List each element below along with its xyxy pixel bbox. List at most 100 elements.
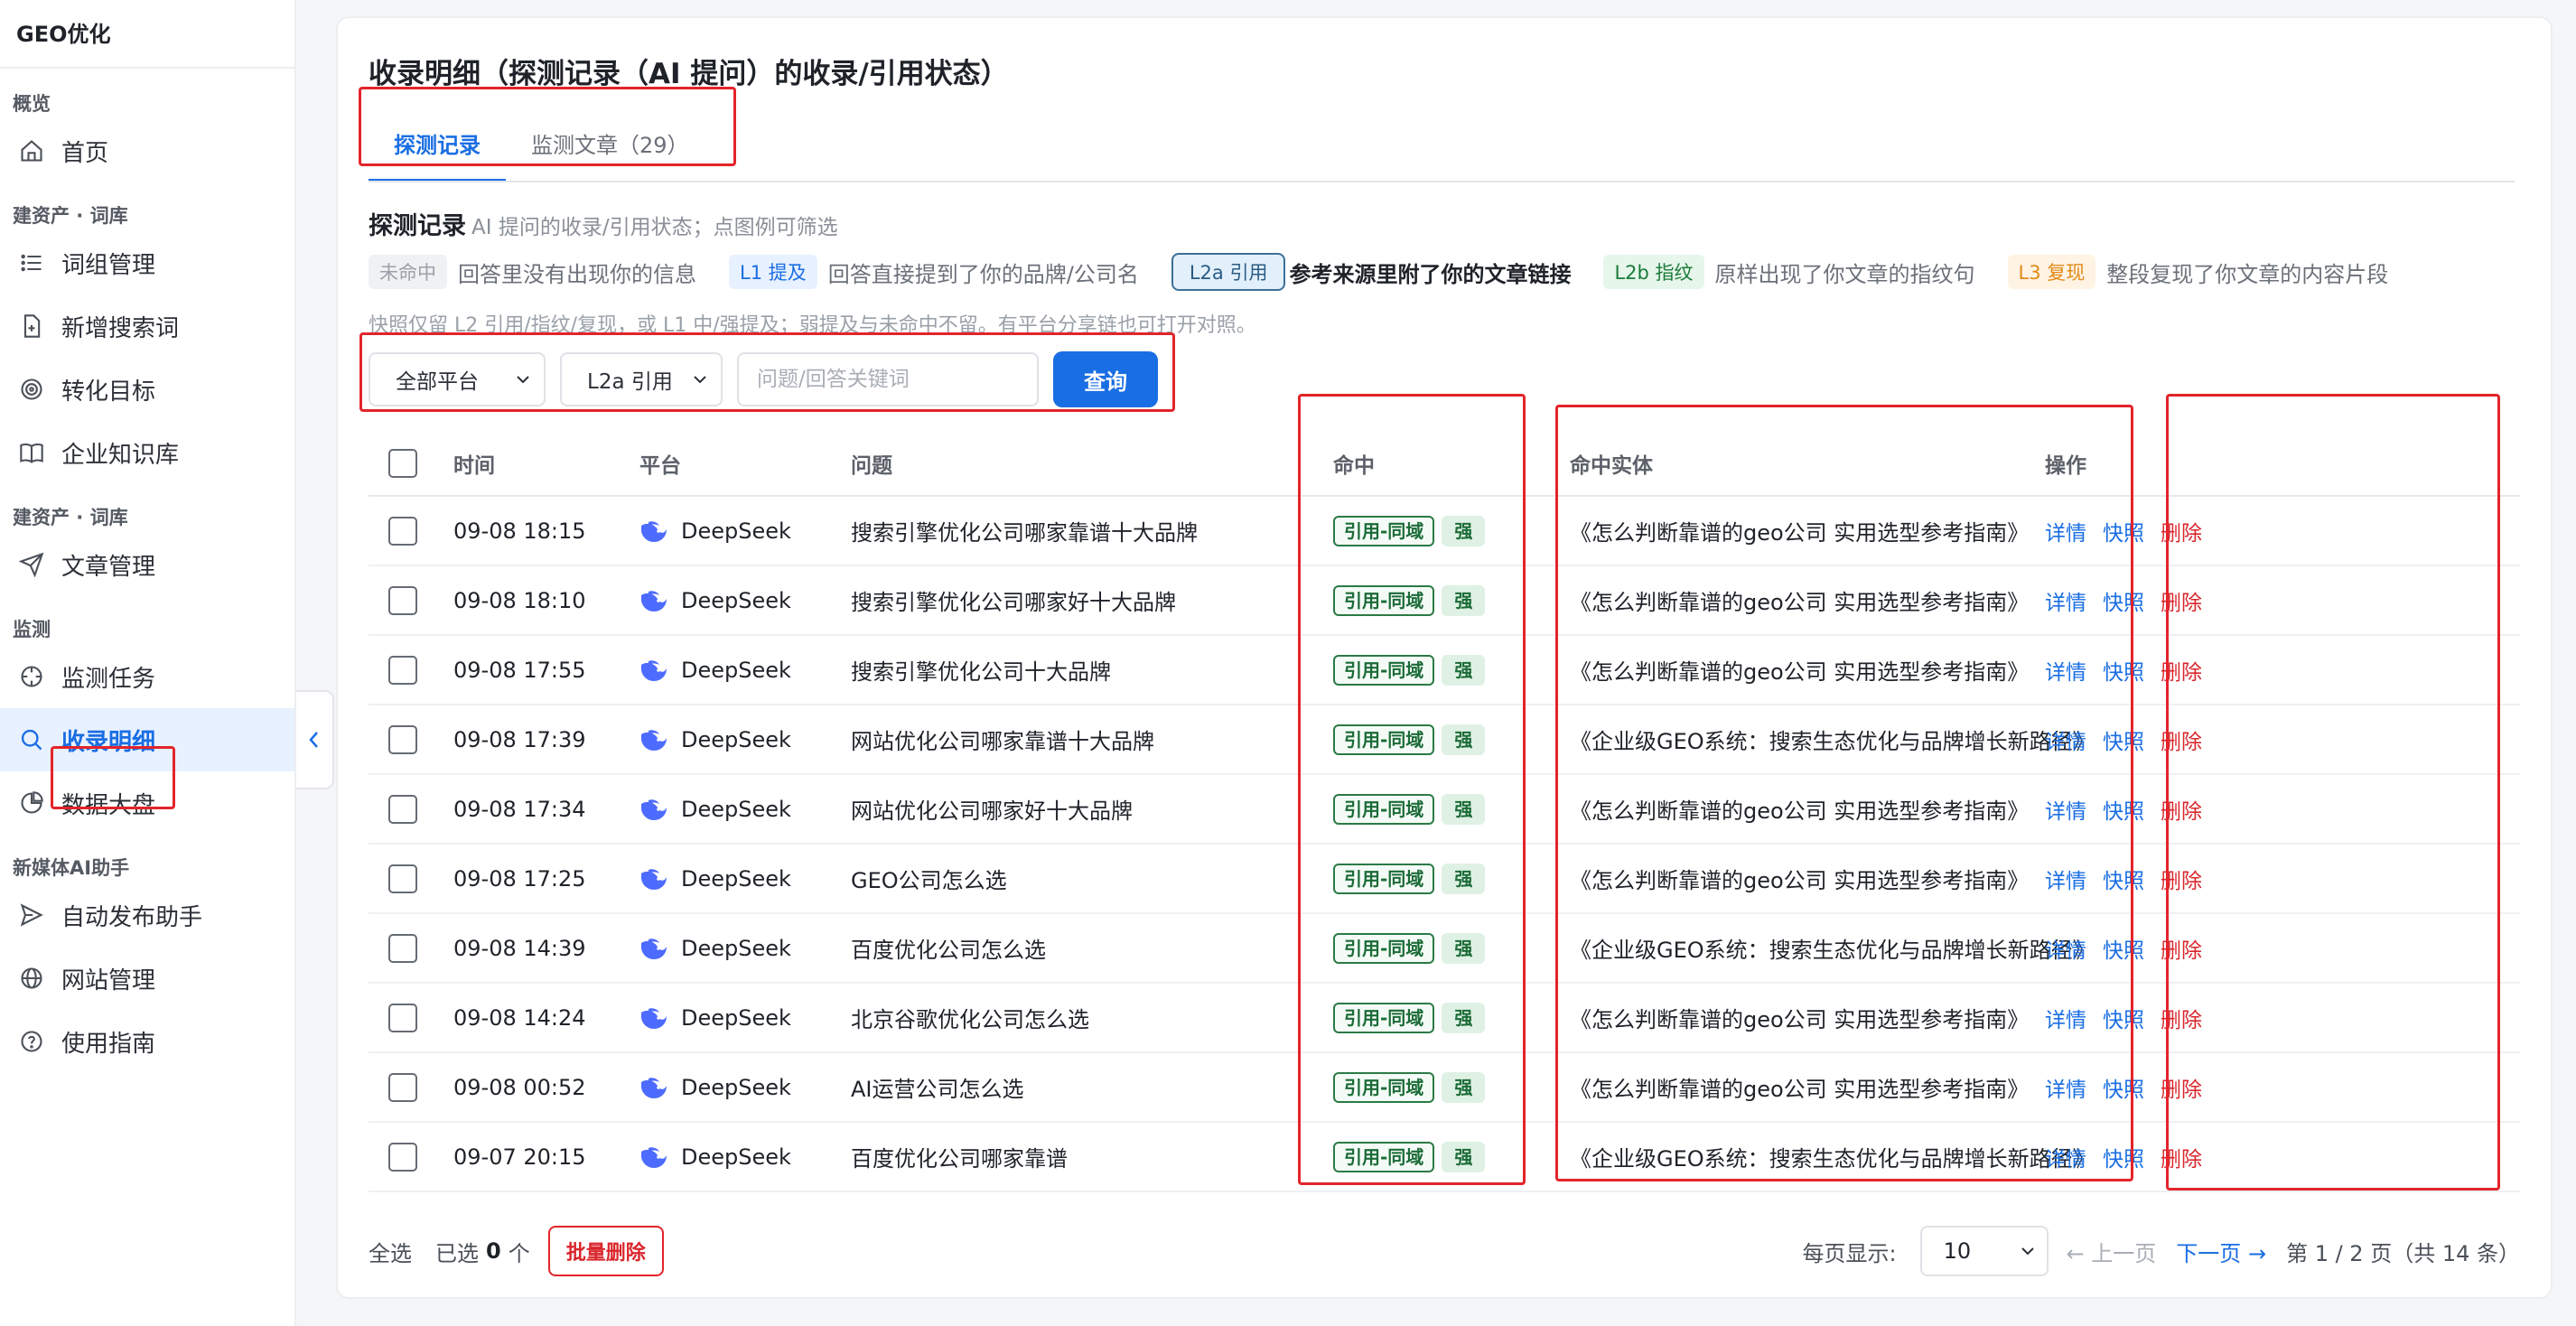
query-button[interactable]: 查询 <box>1053 351 1158 407</box>
sidebar-item-label: 文章管理 <box>61 553 156 581</box>
snapshot-link[interactable]: 快照 <box>2103 794 2144 825</box>
hit-tag: 引用-同域 <box>1333 654 1435 686</box>
row-checkbox[interactable] <box>388 933 417 963</box>
row-time: 09-08 17:34 <box>453 796 586 822</box>
row-checkbox[interactable] <box>388 1003 417 1032</box>
sidebar-item-label: 使用指南 <box>61 1030 156 1058</box>
keyword-search-input[interactable] <box>737 352 1039 406</box>
delete-link[interactable]: 删除 <box>2161 1142 2202 1172</box>
legend-chip-l2b[interactable]: L2b 指纹 <box>1603 255 1704 289</box>
sidebar-item-site-management[interactable]: 网站管理 <box>0 947 294 1010</box>
snapshot-link[interactable]: 快照 <box>2103 655 2144 686</box>
row-question: 北京谷歌优化公司怎么选 <box>851 1007 1089 1032</box>
detail-link[interactable]: 详情 <box>2045 794 2086 825</box>
batch-delete-button[interactable]: 批量删除 <box>547 1226 664 1276</box>
table-row: 09-08 17:39 DeepSeek 网站优化公司哪家靠谱十大品牌 引用-同域强《… <box>369 705 2520 775</box>
sidebar-item-home[interactable]: 首页 <box>0 119 294 182</box>
delete-link[interactable]: 删除 <box>2161 585 2202 616</box>
delete-link[interactable]: 删除 <box>2161 655 2202 686</box>
detail-link[interactable]: 详情 <box>2045 1072 2086 1103</box>
next-page-button[interactable]: 下一页 → <box>2176 1236 2266 1267</box>
delete-link[interactable]: 删除 <box>2161 724 2202 755</box>
delete-link[interactable]: 删除 <box>2161 1072 2202 1103</box>
delete-link[interactable]: 删除 <box>2161 1003 2202 1033</box>
sidebar-item-label: 监测任务 <box>61 665 156 693</box>
delete-link[interactable]: 删除 <box>2161 864 2202 894</box>
sidebar-item-articles[interactable]: 文章管理 <box>0 533 294 596</box>
platform-name: DeepSeek <box>681 796 791 822</box>
row-checkbox[interactable] <box>388 1142 417 1172</box>
detail-link[interactable]: 详情 <box>2045 1003 2086 1033</box>
snapshot-link[interactable]: 快照 <box>2103 864 2144 894</box>
legend-chip-l2a[interactable]: L2a 引用 <box>1171 253 1286 291</box>
snapshot-link[interactable]: 快照 <box>2103 933 2144 964</box>
snapshot-link[interactable]: 快照 <box>2103 724 2144 755</box>
level-select[interactable]: L2a 引用 <box>560 352 723 406</box>
col-header-time: 时间 <box>453 454 495 478</box>
send-icon <box>18 551 45 578</box>
sidebar-item-index-details[interactable]: 收录明细 <box>0 708 294 771</box>
sidebar-item-monitor-tasks[interactable]: 监测任务 <box>0 645 294 708</box>
hit-tag: 引用-同域 <box>1333 724 1435 755</box>
sidebar-item-auto-publish[interactable]: 自动发布助手 <box>0 883 294 947</box>
row-checkbox[interactable] <box>388 516 417 546</box>
sidebar-item-dashboard[interactable]: 数据大盘 <box>0 771 294 835</box>
detail-link[interactable]: 详情 <box>2045 585 2086 616</box>
row-checkbox[interactable] <box>388 724 417 754</box>
select-all-checkbox[interactable] <box>388 449 417 478</box>
home-icon <box>18 137 45 164</box>
detail-link[interactable]: 详情 <box>2045 724 2086 755</box>
detail-link[interactable]: 详情 <box>2045 516 2086 546</box>
sidebar-item-conversion-goals[interactable]: 转化目标 <box>0 358 294 421</box>
page-info: 第 1 / 2 页（共 14 条） <box>2286 1240 2520 1266</box>
row-question: 搜索引擎优化公司哪家好十大品牌 <box>851 590 1176 615</box>
table-row: 09-08 18:10 DeepSeek 搜索引擎优化公司哪家好十大品牌 引用-同域强… <box>369 566 2520 636</box>
row-time: 09-08 17:25 <box>453 865 586 892</box>
snapshot-link[interactable]: 快照 <box>2103 1072 2144 1103</box>
search-icon <box>18 726 45 753</box>
row-checkbox[interactable] <box>388 585 417 615</box>
legend-text: 原样出现了你文章的指纹句 <box>1714 261 1975 287</box>
col-header-action: 操作 <box>2045 454 2086 478</box>
legend-text: 回答直接提到了你的品牌/公司名 <box>827 261 1139 287</box>
sidebar-item-user-guide[interactable]: 使用指南 <box>0 1010 294 1073</box>
snapshot-link[interactable]: 快照 <box>2103 516 2144 546</box>
snapshot-link[interactable]: 快照 <box>2103 585 2144 616</box>
sidebar-item-knowledge-base[interactable]: 企业知识库 <box>0 421 294 484</box>
delete-link[interactable]: 删除 <box>2161 794 2202 825</box>
row-question: 搜索引擎优化公司哪家靠谱十大品牌 <box>851 520 1198 546</box>
row-checkbox[interactable] <box>388 794 417 824</box>
select-all-link[interactable]: 全选 <box>369 1236 412 1267</box>
row-hit: 引用-同域强 <box>1333 1071 1492 1103</box>
hit-tag: 引用-同域 <box>1333 1071 1435 1103</box>
row-checkbox[interactable] <box>388 655 417 685</box>
delete-link[interactable]: 删除 <box>2161 516 2202 546</box>
table-row: 09-08 00:52 DeepSeek AI运营公司怎么选 引用-同域强《怎么判断靠… <box>369 1053 2520 1123</box>
sidebar-item-keyword-groups[interactable]: 词组管理 <box>0 231 294 294</box>
detail-link[interactable]: 详情 <box>2045 933 2086 964</box>
delete-link[interactable]: 删除 <box>2161 933 2202 964</box>
detail-link[interactable]: 详情 <box>2045 655 2086 686</box>
legend-chip-l1[interactable]: L1 提及 <box>729 255 817 289</box>
sidebar-collapse-button[interactable] <box>296 690 334 789</box>
platform-select-value: 全部平台 <box>396 370 479 394</box>
snapshot-link[interactable]: 快照 <box>2103 1003 2144 1033</box>
page-size-select[interactable]: 10 <box>1919 1226 2049 1276</box>
platform-name: DeepSeek <box>681 518 791 544</box>
snapshot-link[interactable]: 快照 <box>2103 1142 2144 1172</box>
detail-link[interactable]: 详情 <box>2045 1142 2086 1172</box>
tab-monitored-articles[interactable]: 监测文章（29） <box>506 110 714 182</box>
row-checkbox[interactable] <box>388 864 417 893</box>
sidebar-item-add-search-term[interactable]: 新增搜索词 <box>0 294 294 358</box>
legend-text: 回答里没有出现你的信息 <box>458 261 696 287</box>
row-platform: DeepSeek <box>639 658 791 683</box>
prev-page-button[interactable]: ← 上一页 <box>2067 1236 2157 1267</box>
legend-chip-miss[interactable]: 未命中 <box>369 255 447 289</box>
row-platform: DeepSeek <box>639 518 791 544</box>
deepseek-logo-icon <box>641 590 667 612</box>
platform-select[interactable]: 全部平台 <box>369 352 546 406</box>
tab-probe-records[interactable]: 探测记录 <box>369 110 506 182</box>
row-checkbox[interactable] <box>388 1072 417 1102</box>
legend-chip-l3[interactable]: L3 复现 <box>2007 255 2096 289</box>
detail-link[interactable]: 详情 <box>2045 864 2086 894</box>
